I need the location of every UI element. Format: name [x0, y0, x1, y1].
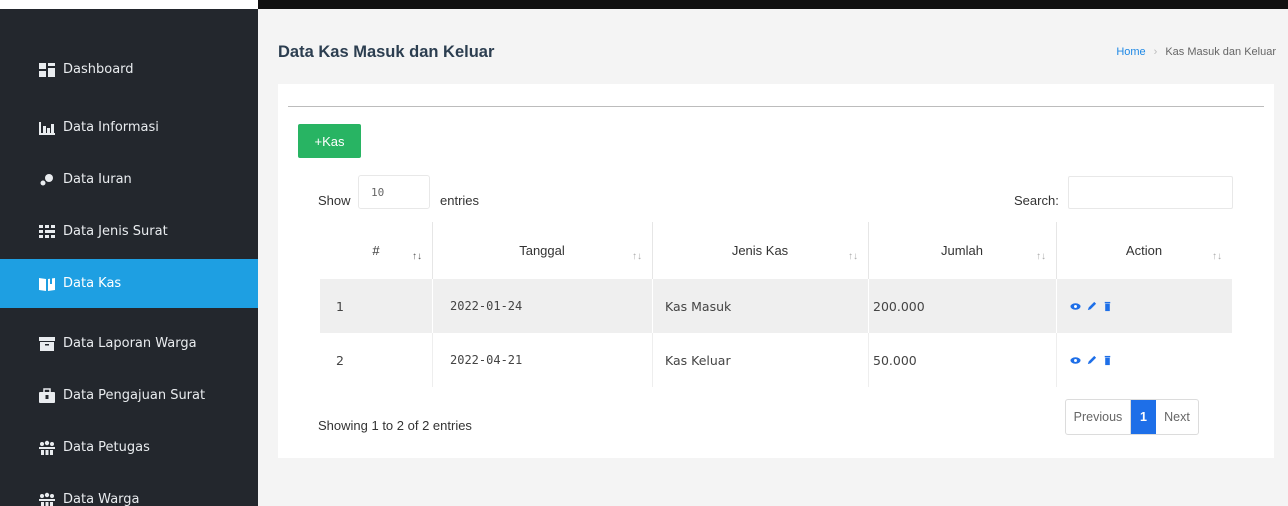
search-label: Search:	[1014, 193, 1059, 208]
divider	[868, 333, 869, 387]
sidebar-item-label: Data Iuran	[63, 172, 132, 187]
column-header-jenis-kas[interactable]: Jenis Kas ↑↓	[652, 222, 868, 279]
column-header-label: #	[372, 243, 380, 258]
sidebar-item-data-informasi[interactable]: Data Informasi	[0, 103, 258, 152]
column-header-label: Action	[1125, 243, 1163, 258]
add-kas-button[interactable]: +Kas	[298, 124, 361, 158]
cell-tanggal: 2022-01-24	[450, 299, 523, 313]
previous-page-button[interactable]: Previous	[1066, 400, 1131, 434]
grid-icon	[38, 223, 56, 241]
eye-icon[interactable]	[1070, 355, 1081, 366]
divider	[1056, 333, 1057, 387]
column-header-label: Jenis Kas	[731, 243, 789, 258]
pencil-icon[interactable]	[1086, 301, 1097, 312]
row-actions	[1070, 279, 1113, 333]
sidebar-item-label: Data Jenis Surat	[63, 224, 168, 239]
table-row: 2 2022-04-21 Kas Keluar 50.000	[320, 333, 1232, 387]
cell-jumlah: 200.000	[873, 298, 925, 314]
sort-icon: ↑↓	[848, 251, 858, 262]
sidebar-item-label: Data Informasi	[63, 120, 159, 135]
cell-no: 1	[336, 298, 344, 314]
briefcase-icon	[38, 387, 56, 405]
breadcrumb: Home › Kas Masuk dan Keluar	[1116, 46, 1276, 58]
pagination: Previous 1 Next	[1065, 399, 1199, 435]
bar-chart-icon	[38, 119, 56, 137]
sort-icon: ↑↓	[1036, 251, 1046, 262]
divider	[432, 333, 433, 387]
eye-icon[interactable]	[1070, 301, 1081, 312]
sidebar-item-data-warga[interactable]: Data Warga	[0, 475, 258, 506]
next-page-button[interactable]: Next	[1156, 400, 1198, 434]
archive-icon	[38, 335, 56, 353]
sidebar-item-data-iuran[interactable]: Data Iuran	[0, 155, 258, 204]
column-header-label: Jumlah	[941, 243, 983, 258]
sidebar-item-dashboard[interactable]: Dashboard	[0, 45, 258, 94]
book-icon	[38, 275, 56, 293]
sidebar-item-data-laporan-warga[interactable]: Data Laporan Warga	[0, 319, 258, 368]
sidebar-item-data-kas[interactable]: Data Kas	[0, 259, 258, 308]
cell-tanggal: 2022-04-21	[450, 353, 523, 367]
chevron-right-icon: ›	[1153, 46, 1158, 58]
sort-icon: ↑↓	[632, 251, 642, 262]
sidebar-item-label: Data Pengajuan Surat	[63, 388, 206, 403]
top-bar	[0, 0, 1288, 9]
sort-icon: ↑↓	[1212, 251, 1222, 262]
sidebar-item-data-jenis-surat[interactable]: Data Jenis Surat	[0, 207, 258, 256]
coins-icon	[38, 171, 56, 189]
sort-icon: ↑↓	[412, 251, 422, 262]
divider	[652, 333, 653, 387]
logo-area	[0, 0, 258, 9]
content-card: +Kas Show 10 entries Search: # ↑↓ Tangga…	[278, 84, 1274, 458]
cell-jenis-kas: Kas Keluar	[665, 352, 731, 368]
column-header-label: Tanggal	[519, 243, 565, 258]
divider	[288, 106, 1264, 107]
show-label: Show	[318, 193, 351, 208]
main-content: Data Kas Masuk dan Keluar Home › Kas Mas…	[258, 9, 1288, 506]
table-info: Showing 1 to 2 of 2 entries	[318, 418, 472, 433]
breadcrumb-current: Kas Masuk dan Keluar	[1165, 46, 1276, 58]
page-1-button[interactable]: 1	[1131, 400, 1156, 434]
column-header-jumlah[interactable]: Jumlah ↑↓	[868, 222, 1056, 279]
pencil-icon[interactable]	[1086, 355, 1097, 366]
dashboard-icon	[38, 61, 56, 79]
page-title: Data Kas Masuk dan Keluar	[278, 43, 495, 61]
trash-icon[interactable]	[1102, 355, 1113, 366]
row-actions	[1070, 333, 1113, 387]
sidebar-item-label: Data Petugas	[63, 440, 150, 455]
sidebar-item-data-petugas[interactable]: Data Petugas	[0, 423, 258, 472]
divider	[432, 279, 433, 333]
users-icon	[38, 439, 56, 457]
column-header-no[interactable]: # ↑↓	[320, 222, 432, 279]
divider	[1056, 279, 1057, 333]
sidebar-item-data-pengajuan-surat[interactable]: Data Pengajuan Surat	[0, 371, 258, 420]
cell-no: 2	[336, 352, 344, 368]
divider	[652, 279, 653, 333]
divider	[868, 279, 869, 333]
table-row: 1 2022-01-24 Kas Masuk 200.000	[320, 279, 1232, 333]
sidebar: Dashboard Data Informasi Data Iuran Data…	[0, 9, 258, 506]
sidebar-item-label: Data Kas	[63, 276, 122, 291]
trash-icon[interactable]	[1102, 301, 1113, 312]
column-header-tanggal[interactable]: Tanggal ↑↓	[432, 222, 652, 279]
users-icon	[38, 491, 56, 506]
search-input[interactable]	[1068, 176, 1233, 209]
breadcrumb-home-link[interactable]: Home	[1116, 46, 1145, 58]
sidebar-item-label: Data Warga	[63, 492, 140, 506]
sidebar-item-label: Data Laporan Warga	[63, 336, 197, 351]
page-length-select[interactable]: 10	[358, 175, 430, 209]
entries-label: entries	[440, 193, 480, 208]
column-header-action[interactable]: Action ↑↓	[1056, 222, 1232, 279]
cell-jumlah: 50.000	[873, 352, 917, 368]
cell-jenis-kas: Kas Masuk	[665, 298, 732, 314]
sidebar-item-label: Dashboard	[63, 62, 134, 77]
